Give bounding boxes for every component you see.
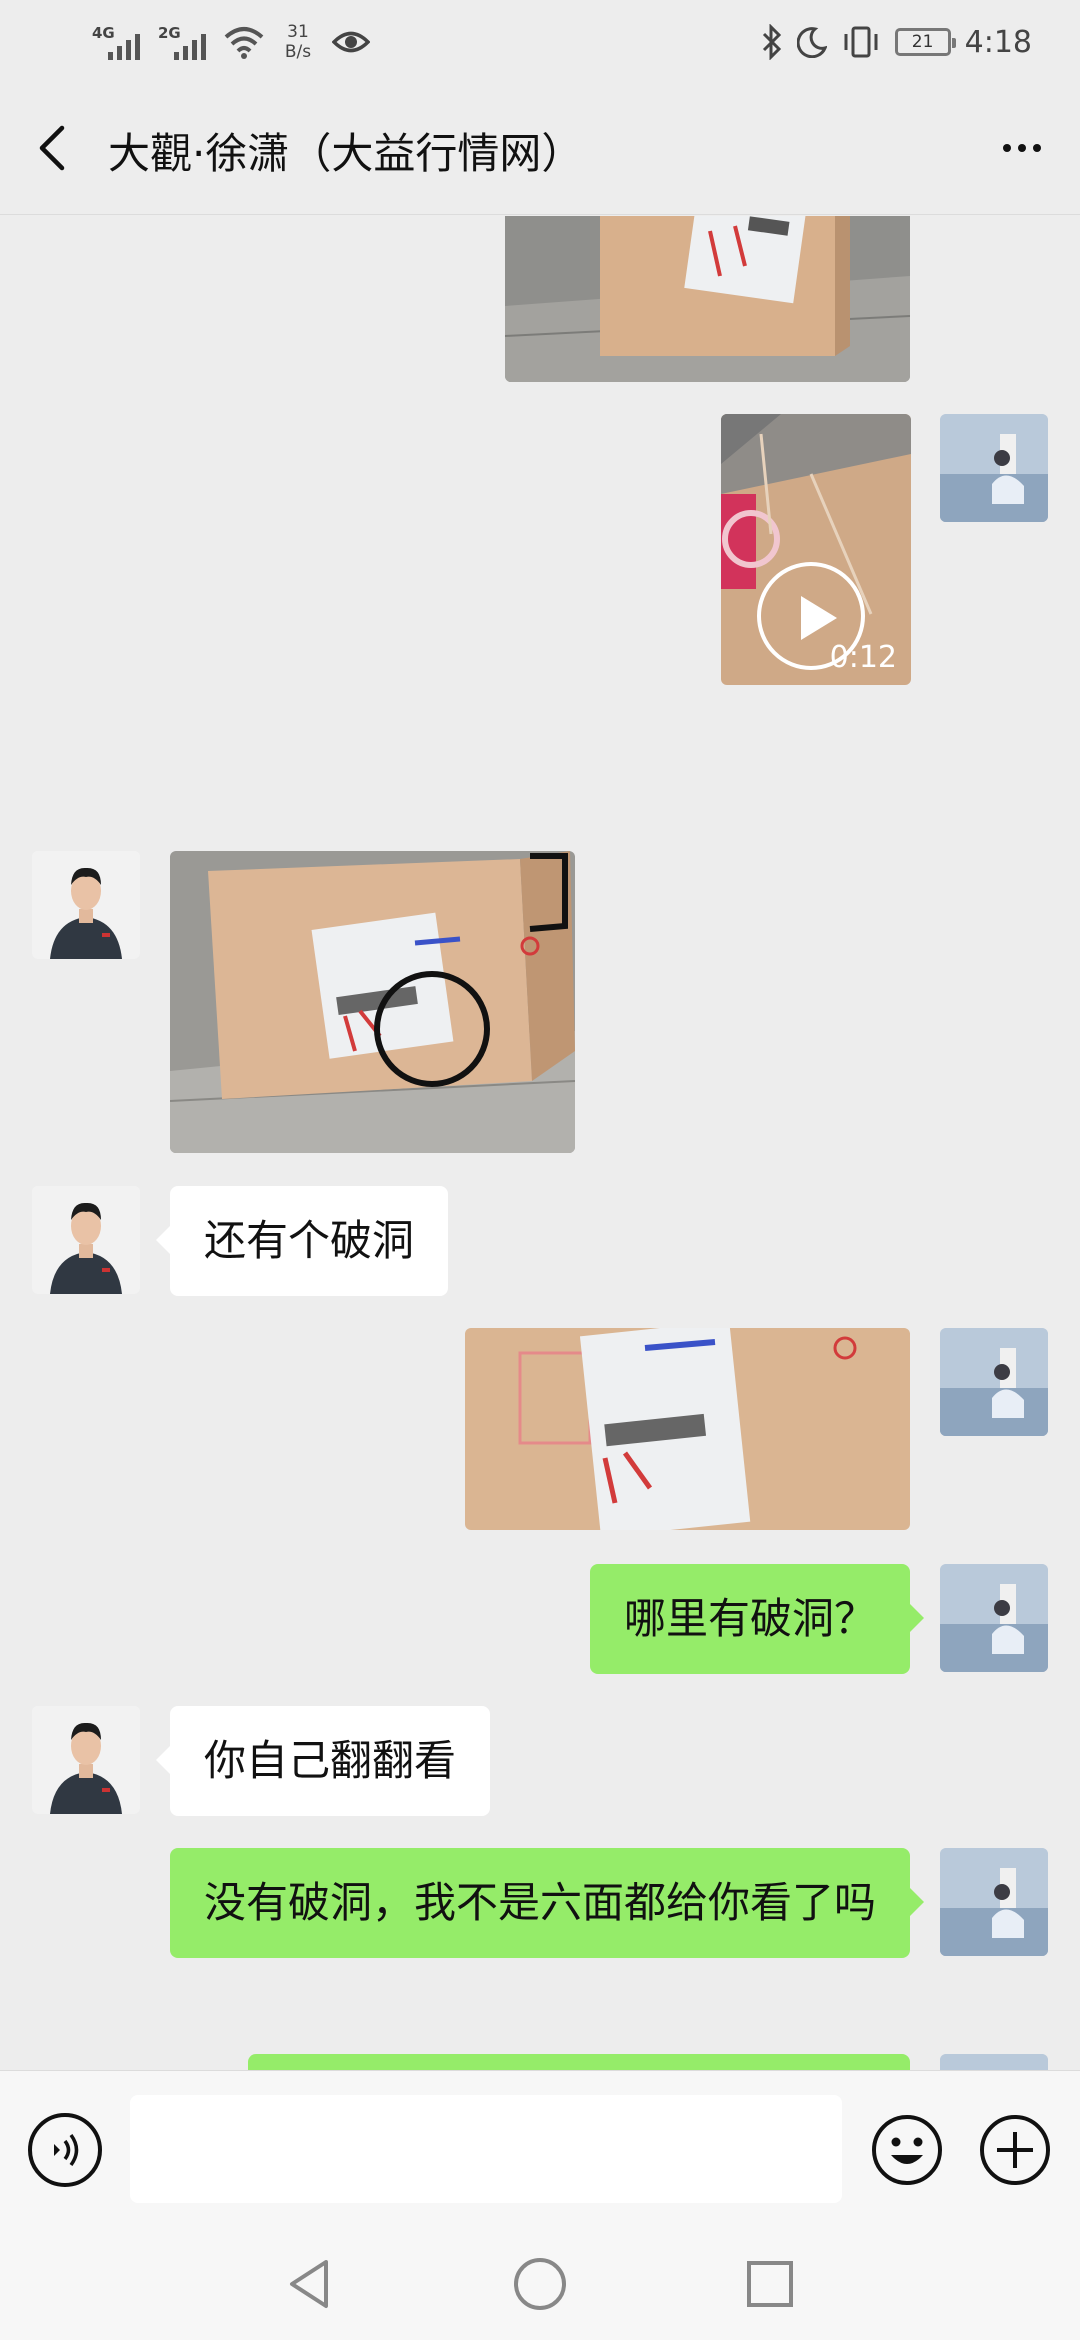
voice-input-button[interactable]: [28, 2113, 102, 2187]
contact-avatar[interactable]: [32, 1706, 140, 1814]
my-avatar[interactable]: [940, 1564, 1048, 1672]
more-options-button[interactable]: [992, 118, 1052, 178]
nav-recents-button[interactable]: [740, 2254, 800, 2314]
video-duration: 0:12: [829, 640, 897, 675]
wifi-icon: [224, 27, 264, 59]
chat-title: 大觀·徐潇（大益行情网）: [108, 129, 584, 178]
my-avatar[interactable]: [940, 2054, 1048, 2070]
input-bar: [0, 2070, 1080, 2230]
contact-avatar[interactable]: [32, 1186, 140, 1294]
system-navigation-bar: [0, 2230, 1080, 2340]
triangle-back-icon: [290, 2260, 328, 2308]
image-message[interactable]: [505, 216, 910, 382]
contact-avatar[interactable]: [32, 851, 140, 959]
nav-home-button[interactable]: [510, 2254, 570, 2314]
video-message[interactable]: 0:12: [721, 414, 911, 685]
text-message-partial[interactable]: [248, 2054, 910, 2070]
network-speed: 31 B/s: [284, 22, 312, 62]
image-message[interactable]: [170, 851, 575, 1153]
emoji-icon: [872, 2115, 942, 2185]
plus-icon: [980, 2115, 1050, 2185]
chat-header: 大觀·徐潇（大益行情网）: [0, 80, 1080, 215]
bluetooth-icon: [762, 24, 781, 60]
status-time: 4:18: [964, 24, 1032, 60]
cellular-signal-icon: 4G: [92, 22, 144, 62]
message-list[interactable]: 0:12 还有个破洞 哪里有破洞？ 你自己翻翻看 没有破洞，我不是六面都给你看了…: [0, 216, 1080, 2070]
back-button[interactable]: [28, 118, 78, 178]
square-recents-icon: [747, 2261, 793, 2307]
battery-icon: 21: [894, 28, 956, 56]
text-message[interactable]: 你自己翻翻看: [155, 1706, 491, 1816]
my-avatar[interactable]: [940, 414, 1048, 522]
text-message[interactable]: 还有个破洞: [155, 1186, 449, 1296]
nav-back-button[interactable]: [280, 2254, 340, 2314]
cellular-signal-icon: 2G: [158, 22, 210, 62]
message-input[interactable]: [130, 2095, 842, 2203]
eye-icon: [332, 31, 370, 53]
text-message[interactable]: 哪里有破洞？: [589, 1564, 925, 1674]
circle-home-icon: [514, 2258, 566, 2310]
status-bar: 4G 2G 31 B/s 21 4:18: [0, 0, 1080, 80]
my-avatar[interactable]: [940, 1328, 1048, 1436]
moon-icon: [796, 27, 827, 58]
text-message[interactable]: 没有破洞，我不是六面都给你看了吗: [170, 1848, 924, 1958]
more-functions-button[interactable]: [978, 2113, 1052, 2187]
vibrate-icon: [844, 26, 878, 58]
chevron-left-icon: [39, 125, 65, 171]
more-dots-icon: [1003, 144, 1011, 152]
image-message[interactable]: [465, 1328, 910, 1530]
voice-icon: [54, 2133, 79, 2167]
emoji-button[interactable]: [870, 2113, 944, 2187]
my-avatar[interactable]: [940, 1848, 1048, 1956]
